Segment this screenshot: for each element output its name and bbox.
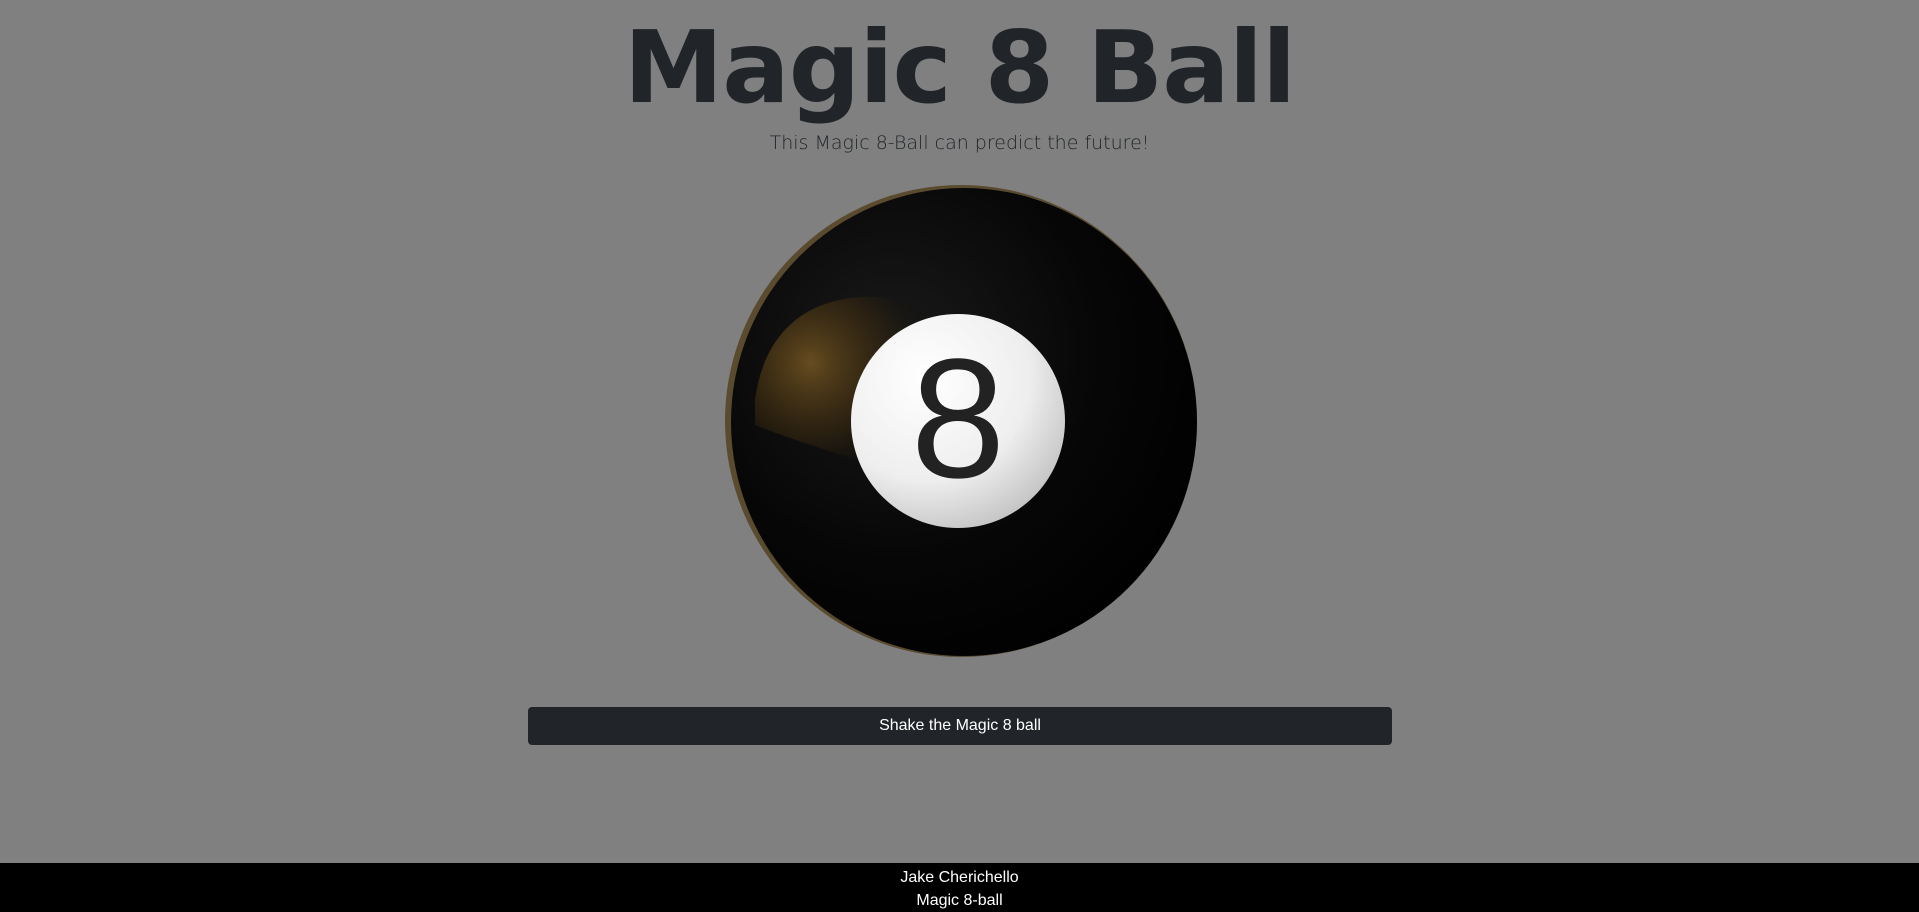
footer: Jake Cherichello Magic 8-ball bbox=[0, 863, 1919, 912]
page-subtitle: This Magic 8-Ball can predict the future… bbox=[769, 132, 1150, 154]
page-title: Magic 8 Ball bbox=[623, 9, 1297, 126]
page: Magic 8 Ball This Magic 8-Ball can predi… bbox=[0, 0, 1919, 912]
footer-project: Magic 8-ball bbox=[916, 892, 1003, 909]
shake-button[interactable]: Shake the Magic 8 ball bbox=[528, 707, 1392, 745]
ball-number: 8 bbox=[911, 324, 1006, 514]
magic-8-ball-icon: 8 bbox=[725, 185, 1197, 657]
footer-author: Jake Cherichello bbox=[900, 869, 1019, 886]
